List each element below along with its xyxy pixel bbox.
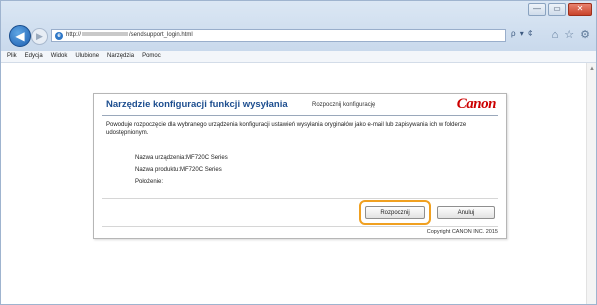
canon-logo: Canon [456,96,497,112]
window-controls: — ▭ ✕ [526,3,592,16]
send-settings-dialog: Narzędzie konfiguracji funkcji wysyłania… [93,93,507,239]
minimize-button[interactable]: — [528,3,546,16]
title-divider [102,115,498,116]
gear-icon[interactable]: ⚙ [580,28,590,42]
footer-divider [102,226,498,227]
url-prefix: http:// [66,32,82,38]
close-button[interactable]: ✕ [568,3,592,16]
dialog-subtitle: Rozpocznij konfigurację [312,102,376,108]
browser-icons: ⌂ ☆ ⚙ [552,28,590,42]
menu-edit[interactable]: Edycja [25,51,43,62]
address-bar[interactable]: e http:// /sendsupport_login.html [51,29,506,42]
back-arrow-icon[interactable]: ◀ [9,25,31,47]
start-button[interactable]: Rozpocznij [365,206,425,219]
dialog-description: Powoduje rozpoczęcie dla wybranego urząd… [106,122,467,136]
menu-favorites[interactable]: Ulubione [75,51,99,62]
menu-bar: Plik Edycja Widok Ulubione Narzędzia Pom… [1,51,596,63]
ie-page-icon: e [55,32,63,40]
dialog-title: Narzędzie konfiguracji funkcji wysyłania [106,99,288,110]
browser-chrome: — ▭ ✕ ◀ ▶ e http:// /sendsupport_login.ht… [1,1,596,51]
forward-arrow-icon[interactable]: ▶ [31,28,48,45]
product-name: Nazwa produktu:MF720C Series [135,167,222,173]
location: Położenie: [135,179,164,185]
browser-window: — ▭ ✕ ◀ ▶ e http:// /sendsupport_login.ht… [0,0,597,305]
menu-help[interactable]: Pomoc [142,51,161,62]
star-icon[interactable]: ☆ [564,28,574,42]
menu-file[interactable]: Plik [7,51,17,62]
maximize-button[interactable]: ▭ [548,3,566,16]
url-suffix: /sendsupport_login.html [129,32,193,38]
vertical-scrollbar[interactable] [586,63,596,304]
address-tools[interactable]: ρ ▾ ¢ [511,29,533,38]
copyright-text: Copyright CANON INC. 2015 [426,229,498,235]
device-name: Nazwa urządzenia:MF720C Series [135,155,228,161]
menu-view[interactable]: Widok [51,51,68,62]
home-icon[interactable]: ⌂ [552,28,559,42]
url-redacted [82,32,129,37]
scroll-up-icon[interactable]: ▲ [589,66,595,72]
menu-tools[interactable]: Narzędzia [107,51,134,62]
button-divider [102,198,498,199]
cancel-button[interactable]: Anuluj [437,206,495,219]
address-url: http:// /sendsupport_login.html [66,32,193,38]
